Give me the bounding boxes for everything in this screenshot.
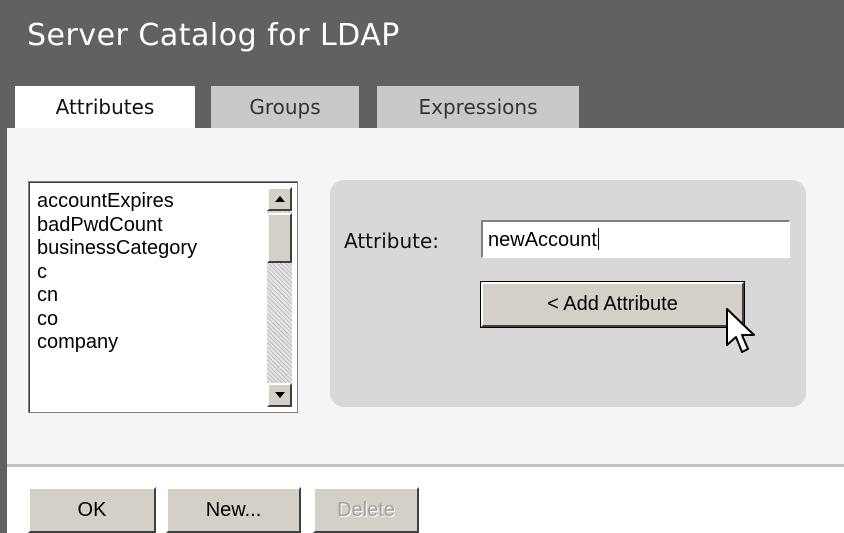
list-item[interactable]: accountExpires bbox=[37, 190, 197, 214]
attribute-input[interactable]: newAccount bbox=[481, 220, 790, 258]
list-item[interactable]: cn bbox=[37, 284, 197, 308]
list-item[interactable]: badPwdCount bbox=[37, 214, 197, 238]
text-caret bbox=[597, 228, 599, 250]
window-title: Server Catalog for LDAP bbox=[27, 18, 400, 53]
list-item[interactable]: co bbox=[37, 308, 197, 332]
delete-button[interactable]: Delete bbox=[313, 487, 419, 533]
attribute-list: accountExpires badPwdCount businessCateg… bbox=[37, 190, 197, 355]
list-item[interactable]: c bbox=[37, 261, 197, 285]
list-scrollbar[interactable] bbox=[267, 187, 292, 407]
attribute-panel: Attribute: newAccount < Add Attribute bbox=[330, 180, 806, 407]
scroll-thumb[interactable] bbox=[267, 213, 292, 263]
arrow-up-icon bbox=[274, 196, 285, 202]
list-item[interactable]: businessCategory bbox=[37, 237, 197, 261]
tab-attributes[interactable]: Attributes bbox=[15, 86, 195, 128]
scroll-down-button[interactable] bbox=[267, 383, 292, 407]
tab-expressions[interactable]: Expressions bbox=[377, 86, 579, 128]
new-button[interactable]: New... bbox=[166, 487, 301, 533]
mouse-pointer-icon bbox=[726, 308, 755, 353]
attribute-label: Attribute: bbox=[344, 229, 440, 253]
add-attribute-button[interactable]: < Add Attribute bbox=[480, 281, 745, 328]
scroll-up-button[interactable] bbox=[267, 187, 292, 211]
ok-button[interactable]: OK bbox=[28, 487, 156, 533]
arrow-down-icon bbox=[274, 392, 285, 398]
window-border bbox=[0, 0, 7, 533]
list-item[interactable]: company bbox=[37, 331, 197, 355]
tab-groups[interactable]: Groups bbox=[211, 86, 359, 128]
attribute-listbox[interactable]: accountExpires badPwdCount businessCateg… bbox=[28, 181, 298, 413]
attribute-input-value: newAccount bbox=[488, 229, 597, 251]
